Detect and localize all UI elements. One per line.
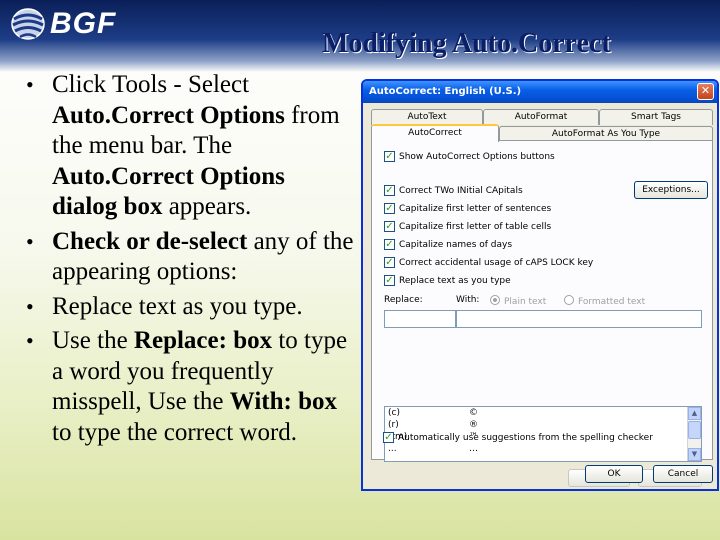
bullet-item: Click Tools - Select Auto.Correct Option… bbox=[26, 70, 356, 223]
entry-from: (r) bbox=[388, 420, 399, 430]
option-caps-lock[interactable]: ✓ Correct accidental usage of cAPS LOCK … bbox=[384, 256, 593, 269]
option-label: Capitalize names of days bbox=[399, 239, 513, 250]
bullet-text: appears. bbox=[162, 193, 252, 220]
checkbox[interactable]: ✓ bbox=[384, 203, 395, 214]
option-label: Correct TWo INitial CApitals bbox=[399, 185, 523, 196]
radio-icon bbox=[564, 295, 574, 305]
globe-logo-icon bbox=[11, 8, 45, 40]
scroll-thumb[interactable] bbox=[688, 421, 701, 439]
option-show-buttons[interactable]: ✓ Show AutoCorrect Options buttons bbox=[384, 150, 555, 163]
entry-from: (c) bbox=[388, 408, 400, 418]
option-label: Show AutoCorrect Options buttons bbox=[399, 151, 555, 162]
option-capitalize-table-cells[interactable]: ✓ Capitalize first letter of table cells bbox=[384, 220, 551, 233]
bullet-bold-text: With: box bbox=[229, 388, 337, 415]
with-label: With: bbox=[456, 295, 480, 305]
plain-text-radio[interactable]: Plain text bbox=[490, 295, 546, 307]
list-item[interactable]: (c) © bbox=[385, 407, 701, 419]
list-scrollbar[interactable]: ▲ ▼ bbox=[687, 407, 701, 461]
entry-to: © bbox=[469, 408, 478, 418]
option-label: Replace text as you type bbox=[399, 275, 511, 286]
entry-to: … bbox=[469, 444, 478, 454]
radio-icon bbox=[490, 295, 500, 305]
option-replace-text[interactable]: ✓ Replace text as you type bbox=[384, 274, 511, 287]
replace-input[interactable] bbox=[384, 310, 456, 328]
entry-to: ® bbox=[469, 420, 478, 430]
tab-autocorrect[interactable]: AutoCorrect bbox=[371, 124, 499, 142]
checkbox[interactable]: ✓ bbox=[384, 151, 395, 162]
tab-autoformat[interactable]: AutoFormat bbox=[483, 109, 599, 125]
option-capitalize-sentences[interactable]: ✓ Capitalize first letter of sentences bbox=[384, 202, 551, 215]
checkbox[interactable]: ✓ bbox=[383, 432, 394, 443]
autocorrect-dialog: AutoCorrect: English (U.S.) ✕ AutoText A… bbox=[361, 79, 719, 491]
option-label: Correct accidental usage of cAPS LOCK ke… bbox=[399, 257, 594, 268]
option-label: Automatically use suggestions from the s… bbox=[398, 432, 653, 443]
with-input[interactable] bbox=[456, 310, 702, 328]
bullet-text: Replace text as you type. bbox=[52, 292, 303, 320]
checkbox[interactable]: ✓ bbox=[384, 275, 395, 286]
bullet-item: Use the Replace: box to type a word you … bbox=[26, 326, 356, 448]
bullet-bold-text: Check or de-select bbox=[52, 227, 248, 255]
checkbox[interactable]: ✓ bbox=[384, 239, 395, 250]
radio-label: Plain text bbox=[504, 297, 547, 307]
logo-text: BGF bbox=[50, 7, 117, 40]
bullet-item: Replace text as you type. bbox=[26, 292, 356, 323]
bullet-bold-text: Replace: box bbox=[133, 327, 273, 354]
close-icon[interactable]: ✕ bbox=[697, 83, 714, 100]
checkbox[interactable]: ✓ bbox=[384, 185, 395, 196]
formatted-text-radio[interactable]: Formatted text bbox=[564, 295, 645, 307]
bullet-list: Click Tools - Select Auto.Correct Option… bbox=[26, 70, 356, 452]
radio-label: Formatted text bbox=[578, 297, 646, 307]
option-label: Capitalize first letter of table cells bbox=[399, 221, 552, 232]
dialog-titlebar[interactable]: AutoCorrect: English (U.S.) bbox=[363, 81, 717, 103]
option-two-initial-caps[interactable]: ✓ Correct TWo INitial CApitals bbox=[384, 184, 523, 197]
cancel-button[interactable]: Cancel bbox=[653, 465, 713, 483]
ok-button[interactable]: OK bbox=[585, 465, 643, 483]
slide-title: Modifying Auto.Correct bbox=[322, 28, 611, 59]
tab-smart-tags[interactable]: Smart Tags bbox=[599, 109, 713, 125]
logo: BGF bbox=[10, 6, 116, 42]
bullet-bold-text: Auto.Correct Options bbox=[52, 101, 285, 129]
option-capitalize-days[interactable]: ✓ Capitalize names of days bbox=[384, 238, 512, 251]
bullet-text: Use the bbox=[52, 327, 134, 354]
checkbox[interactable]: ✓ bbox=[384, 221, 395, 232]
autocorrect-panel: ✓ Show AutoCorrect Options buttons ✓ Cor… bbox=[371, 140, 713, 487]
bullet-text: Click Tools - Select bbox=[52, 71, 250, 98]
tab-autotext[interactable]: AutoText bbox=[371, 109, 483, 125]
dialog-title: AutoCorrect: English (U.S.) bbox=[369, 86, 522, 97]
list-item[interactable]: ... … bbox=[385, 443, 701, 455]
entry-from: ... bbox=[388, 444, 397, 454]
replace-label: Replace: bbox=[384, 295, 423, 305]
list-item[interactable]: (r) ® bbox=[385, 419, 701, 431]
scroll-down-icon[interactable]: ▼ bbox=[688, 448, 701, 461]
bullet-item: Check or de-select any of the appearing … bbox=[26, 227, 356, 288]
scroll-up-icon[interactable]: ▲ bbox=[688, 407, 701, 420]
option-label: Capitalize first letter of sentences bbox=[399, 203, 552, 214]
bullet-text: to type the correct word. bbox=[52, 418, 298, 446]
checkbox[interactable]: ✓ bbox=[384, 257, 395, 268]
exceptions-button[interactable]: Exceptions... bbox=[634, 181, 708, 199]
option-auto-suggestions[interactable]: ✓ Automatically use suggestions from the… bbox=[383, 431, 653, 444]
